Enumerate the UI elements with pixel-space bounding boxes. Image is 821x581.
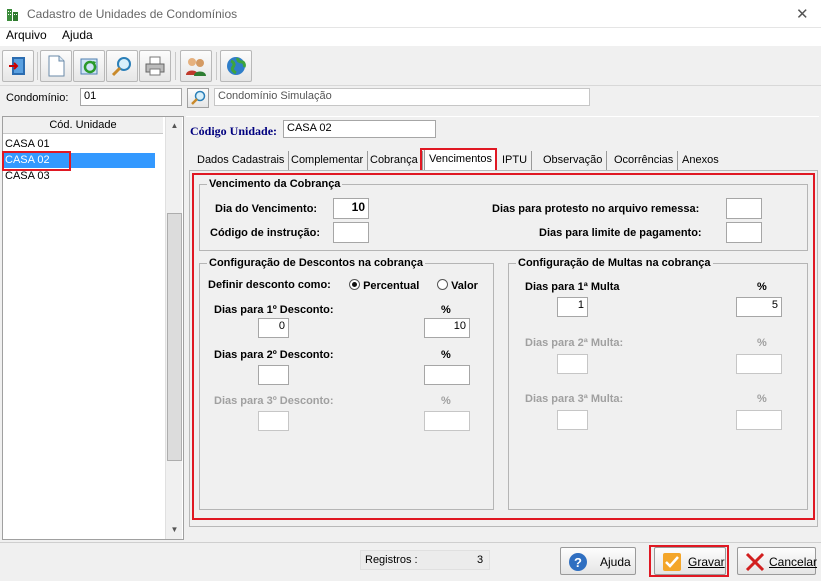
refresh-button[interactable] — [73, 50, 105, 82]
unit-list[interactable]: Cód. Unidade CASA 01 CASA 02 CASA 03 ▲ ▼ — [2, 116, 184, 540]
desconto2-days-input[interactable] — [258, 365, 289, 385]
multas-group: Configuração de Multas na cobrança — [508, 257, 808, 510]
codigo-instrucao-label: Código de instrução: — [210, 227, 320, 239]
scroll-down-icon[interactable]: ▼ — [166, 521, 183, 538]
multa2-pct-header: % — [757, 337, 767, 349]
users-icon — [186, 58, 206, 76]
new-document-icon — [48, 55, 65, 77]
registros-panel: Registros : 3 — [360, 550, 490, 570]
tab-iptu[interactable]: IPTU — [498, 151, 533, 170]
multa1-pct-header: % — [757, 281, 767, 293]
desconto1-pct-input[interactable]: 10 — [424, 318, 470, 338]
menu-arquivo[interactable]: Arquivo — [6, 28, 47, 42]
condominio-search-button[interactable] — [187, 88, 209, 108]
descontos-legend: Configuração de Descontos na cobrança — [209, 257, 423, 269]
tab-ocorrencias[interactable]: Ocorrências — [610, 151, 679, 170]
exit-button[interactable] — [2, 50, 34, 82]
help-icon: ? — [569, 553, 587, 571]
list-item[interactable]: CASA 03 — [3, 169, 155, 184]
radio-valor[interactable]: Valor — [437, 279, 478, 292]
refresh-icon — [80, 58, 98, 75]
new-button[interactable] — [40, 50, 72, 82]
scroll-up-icon[interactable]: ▲ — [166, 117, 183, 134]
vencimento-legend: Vencimento da Cobrança — [209, 178, 341, 190]
dias-limite-input[interactable] — [726, 222, 762, 243]
codigo-instrucao-input[interactable] — [333, 222, 369, 243]
close-icon[interactable]: ✕ — [796, 5, 809, 23]
multa2-days-input[interactable] — [557, 354, 588, 374]
desconto2-pct-header: % — [441, 349, 451, 361]
dias-protesto-input[interactable] — [726, 198, 762, 219]
cancelar-button[interactable]: Cancelar — [737, 547, 818, 575]
desconto3-days-input[interactable] — [258, 411, 289, 431]
multa3-pct-header: % — [757, 393, 767, 405]
desconto3-pct-input[interactable] — [424, 411, 470, 431]
radio-percentual[interactable]: Percentual — [349, 279, 419, 292]
dias-protesto-label: Dias para protesto no arquivo remessa: — [492, 203, 700, 215]
multa3-label: Dias para 3ª Multa: — [525, 393, 624, 405]
desconto2-label: Dias para 2º Desconto: — [214, 349, 334, 361]
dia-vencimento-input[interactable]: 10 — [333, 198, 369, 219]
title-bar: Cadastro de Unidades de Condomínios ✕ — [0, 0, 821, 28]
cancelar-label: Cancelar — [769, 555, 818, 569]
window-title: Cadastro de Unidades de Condomínios — [27, 7, 238, 21]
definir-desconto-label: Definir desconto como: — [208, 279, 331, 291]
multa2-label: Dias para 2ª Multa: — [525, 337, 624, 349]
desconto2-pct-input[interactable] — [424, 365, 470, 385]
svg-text:?: ? — [574, 555, 582, 570]
globe-icon — [227, 57, 246, 75]
multa1-pct-input[interactable]: 5 — [736, 297, 782, 317]
desconto1-label: Dias para 1º Desconto: — [214, 304, 334, 316]
tab-complementar[interactable]: Complementar — [287, 151, 369, 170]
toolbar — [0, 46, 821, 86]
condominio-label: Condomínio: — [6, 92, 69, 104]
tab-dados-cadastrais[interactable]: Dados Cadastrais — [193, 151, 290, 170]
menu-bar: Arquivo Ajuda — [0, 28, 821, 46]
users-button[interactable] — [180, 50, 212, 82]
list-scrollbar[interactable]: ▲ ▼ — [165, 117, 182, 539]
radio-off-icon[interactable] — [437, 279, 448, 290]
multa2-pct-input[interactable] — [736, 354, 782, 374]
dias-limite-label: Dias para limite de pagamento: — [539, 227, 702, 239]
registros-value: 3 — [477, 554, 484, 566]
tab-cobranca[interactable]: Cobrança — [366, 151, 423, 170]
ajuda-label: Ajuda — [600, 555, 631, 569]
multa1-label: Dias para 1ª Multa — [525, 281, 620, 293]
codigo-unidade-input[interactable]: CASA 02 — [283, 120, 436, 138]
search-icon — [191, 90, 206, 105]
multa3-pct-input[interactable] — [736, 410, 782, 430]
registros-label: Registros : — [365, 554, 418, 566]
desconto1-days-input[interactable]: 0 — [258, 318, 289, 338]
desconto1-pct-header: % — [441, 304, 451, 316]
search-icon — [111, 57, 131, 77]
highlight-box — [420, 148, 497, 172]
menu-ajuda[interactable]: Ajuda — [62, 28, 93, 42]
condominio-code-input[interactable]: 01 — [80, 88, 182, 106]
codigo-unidade-label: Código Unidade: — [190, 124, 278, 138]
scroll-thumb[interactable] — [167, 213, 182, 461]
globe-button[interactable] — [220, 50, 252, 82]
cancel-x-icon — [745, 552, 765, 572]
print-icon — [145, 56, 165, 76]
exit-door-icon — [9, 57, 25, 75]
unit-list-header[interactable]: Cód. Unidade — [3, 117, 163, 134]
desconto3-label: Dias para 3º Desconto: — [214, 395, 334, 407]
desconto3-pct-header: % — [441, 395, 451, 407]
multa1-days-input[interactable]: 1 — [557, 297, 588, 317]
multas-legend: Configuração de Multas na cobrança — [518, 257, 711, 269]
highlight-box — [649, 545, 729, 577]
highlight-box — [2, 151, 71, 171]
print-button[interactable] — [139, 50, 171, 82]
tab-observacao[interactable]: Observação — [539, 151, 608, 170]
building-icon — [7, 9, 18, 21]
search-button[interactable] — [106, 50, 138, 82]
condominio-name-field: Condomínio Simulação — [214, 88, 590, 106]
ajuda-button[interactable]: ? Ajuda — [560, 547, 636, 575]
radio-on-icon[interactable] — [349, 279, 360, 290]
multa3-days-input[interactable] — [557, 410, 588, 430]
dia-vencimento-label: Dia do Vencimento: — [215, 203, 318, 215]
tab-anexos[interactable]: Anexos — [678, 151, 723, 170]
list-item[interactable]: CASA 01 — [3, 137, 155, 152]
